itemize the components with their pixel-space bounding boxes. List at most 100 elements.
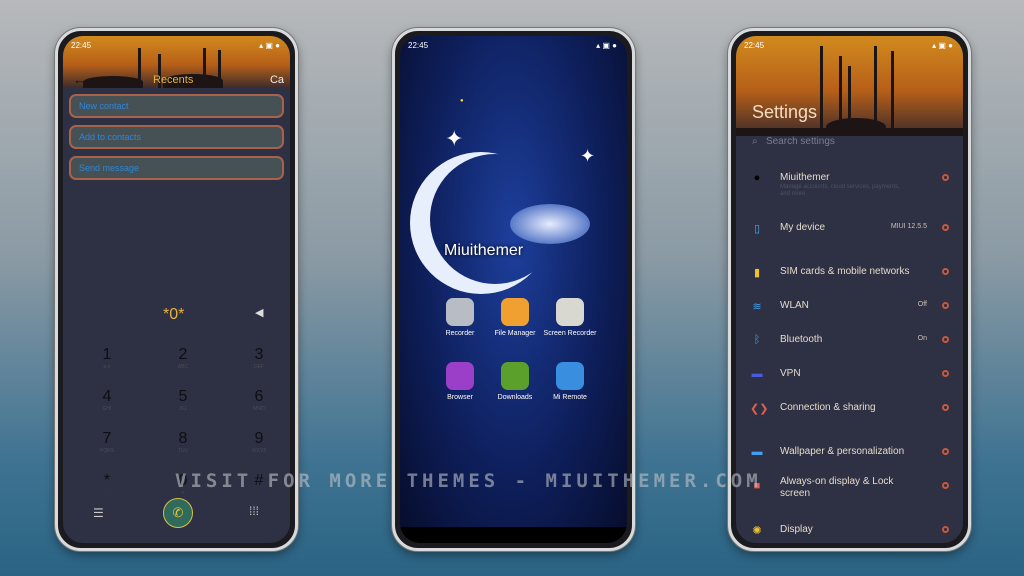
mi-remote-icon [556,362,584,390]
key-2[interactable]: 2 ABC [153,346,213,370]
chevron-icon [942,370,949,377]
star-icon: ✦ [445,126,464,151]
file-manager-icon [501,298,529,326]
chevron-icon [942,448,949,455]
key-digit: 7 [102,430,112,447]
app-screen-recorder[interactable]: Screen Recorder [540,298,600,338]
search-icon: ⌕ [752,136,758,147]
app-recorder[interactable]: Recorder [430,298,490,338]
call-button[interactable]: ✆ [163,498,193,528]
key-6[interactable]: 6 MNO [229,388,289,412]
key-letters: MNO [253,406,265,412]
item-label: Miuithemer [780,172,830,183]
key-letters: , [106,490,108,496]
status-bar: 22:45 ▴ ▣ ● [71,41,280,50]
item-label: WLAN [780,300,809,311]
key-letters: WXYZ [251,448,267,454]
search-placeholder: Search settings [765,136,835,147]
key-letters: ABC [177,364,189,370]
key-digit: 3 [254,346,264,363]
dialpad-icon[interactable]: ⁞⁞⁞ [249,504,259,518]
dialer-screen: 22:45 ▴ ▣ ● ← Recents Ca New contact Add … [63,36,290,543]
search-input[interactable]: ⌕ Search settings [752,136,947,147]
sun-icon: ✺ [752,525,762,537]
item-subtitle: Manage accounts, cloud services, payment… [780,184,900,197]
star-icon: ● [460,98,464,104]
app-label: Screen Recorder [543,330,597,337]
key-1[interactable]: 1 o.o [77,346,137,370]
vpn-icon: ▬ [751,368,763,380]
status-bar: 22:45 ▴ ▣ ● [408,41,617,50]
key-8[interactable]: 8 TUV [153,430,213,454]
clock: 22:45 [408,41,429,50]
key-digit: 4 [102,388,112,405]
navigation-bar [400,527,627,543]
status-bar: 22:45 ▴ ▣ ● [744,41,953,50]
screen-recorder-icon [556,298,584,326]
backspace-icon[interactable]: ◀ [255,306,263,319]
phone-icon: ✆ [172,505,184,520]
item-value: On [917,335,927,342]
key-letters: o.o [103,364,111,370]
cloud-wallpaper [510,204,590,244]
avatar: ● [753,172,761,184]
item-label: Always-on display & Lock screen [780,476,894,499]
app-mi-remote[interactable]: Mi Remote [540,362,600,402]
item-label: Wallpaper & personalization [780,446,905,457]
item-label: VPN [780,368,801,379]
home-screen: 22:45 ▴ ▣ ● ✦ ✦ ● Miuithemer Recorder File… [400,36,627,543]
add-to-contacts-button[interactable]: Add to contacts [69,125,284,149]
app-label: Downloads [497,394,533,401]
share-icon: ❮❯ [750,403,769,415]
item-value: MIUI 12.5.5 [890,223,927,230]
item-label: Connection & sharing [780,402,876,413]
chevron-icon [942,526,949,533]
chevron-icon [942,482,949,489]
key-digit: 2 [178,346,188,363]
send-message-button[interactable]: Send message [69,156,284,180]
downloads-icon [501,362,529,390]
key-letters: PQRS [99,448,115,454]
key-letters: DEF [254,364,264,370]
brand-text: Miuithemer [444,242,524,259]
key-3[interactable]: 3 DEF [229,346,289,370]
browser-icon [446,362,474,390]
key-7[interactable]: 7 PQRS [77,430,137,454]
app-label: Mi Remote [553,394,587,401]
key-letters: TUV [178,448,188,454]
star-icon: ✦ [580,146,596,166]
app-label: Browser [447,394,473,401]
recorder-icon [446,298,474,326]
status-icons: ▴ ▣ ● [932,41,953,50]
key-digit: 1 [102,346,112,363]
back-arrow-icon[interactable]: ← [73,72,86,87]
wifi-icon: ≋ [752,301,762,313]
page-title: Settings [752,102,818,122]
dialed-number: *0* [163,306,185,323]
watermark: VISIT FOR MORE THEMES - MIUITHEMER.COM [175,470,762,492]
key-digit: 6 [254,388,264,405]
key-digit: 8 [178,430,188,447]
app-file-manager[interactable]: File Manager [485,298,545,338]
chevron-icon [942,268,949,275]
chevron-icon [942,404,949,411]
key-5[interactable]: 5 JKL [153,388,213,412]
tab-contacts[interactable]: Ca [270,74,284,86]
key-9[interactable]: 9 WXYZ [229,430,289,454]
app-downloads[interactable]: Downloads [485,362,545,402]
sim-icon: ▮ [753,267,761,279]
item-label: My device [780,222,826,233]
key-letters: JKL [178,406,188,412]
item-value: Off [917,301,927,308]
key-star[interactable]: *, [77,472,137,496]
new-contact-button[interactable]: New contact [69,94,284,118]
key-digit: * [103,472,111,489]
tab-recents[interactable]: Recents [153,74,193,86]
key-4[interactable]: 4 GHI [77,388,137,412]
app-browser[interactable]: Browser [430,362,490,402]
app-label: Recorder [445,330,475,337]
item-label: Bluetooth [780,334,823,345]
wallpaper-icon: ▬ [751,446,763,458]
menu-icon[interactable]: ☰ [93,506,104,520]
chevron-icon [942,224,949,231]
